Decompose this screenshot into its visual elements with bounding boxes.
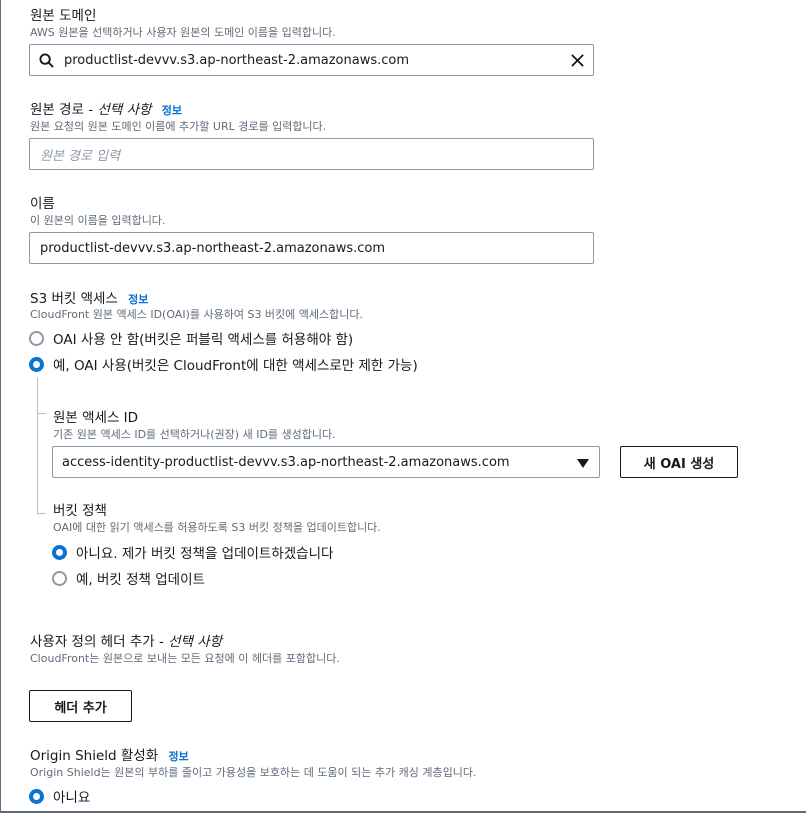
tree-branch (37, 413, 46, 414)
custom-headers-description: CloudFront는 원본으로 보내는 모든 요청에 이 헤더를 포함합니다. (30, 652, 340, 665)
origin-domain-input[interactable]: productlist-devvv.s3.ap-northeast-2.amaz… (29, 44, 594, 76)
name-input[interactable]: productlist-devvv.s3.ap-northeast-2.amaz… (29, 232, 594, 264)
origin-path-info-link[interactable]: 정보 (162, 104, 182, 117)
radio-no-oai[interactable]: OAI 사용 안 함(버킷은 퍼블릭 액세스를 허용해야 함) (29, 328, 353, 348)
radio-label: OAI 사용 안 함(버킷은 퍼블릭 액세스를 허용해야 함) (53, 332, 354, 348)
oai-label: 원본 액세스 ID (53, 410, 139, 426)
origin-shield-label-text: Origin Shield 활성화 (30, 748, 159, 764)
radio-button-selected[interactable] (29, 788, 44, 804)
optional-tag: 선택 사항 (97, 102, 152, 118)
origin-domain-description: AWS 원본을 선택하거나 사용자 원본의 도메인 이름을 입력합니다. (30, 26, 336, 39)
radio-button-selected[interactable] (29, 356, 44, 372)
name-label: 이름 (30, 196, 55, 212)
origin-shield-info-link[interactable]: 정보 (168, 750, 188, 763)
origin-path-placeholder: 원본 경로 입력 (40, 148, 121, 164)
radio-button-selected[interactable] (52, 544, 67, 560)
bucket-policy-description: OAI에 대한 읽기 액세스를 허용하도록 S3 버킷 정책을 업데이트합니다. (53, 521, 381, 534)
radio-use-oai[interactable]: 예, OAI 사용(버킷은 CloudFront에 대한 액세스로만 제한 가능… (29, 354, 418, 374)
optional-tag: 선택 사항 (168, 634, 223, 650)
add-header-button[interactable]: 헤더 추가 (29, 690, 132, 722)
radio-origin-shield-no[interactable]: 아니요 (29, 786, 90, 806)
name-description: 이 원본의 이름을 입력합니다. (30, 214, 166, 227)
custom-headers-label: 사용자 정의 헤더 추가 - 선택 사항 (30, 630, 222, 650)
custom-headers-label-text: 사용자 정의 헤더 추가 - (30, 634, 164, 650)
name-value: productlist-devvv.s3.ap-northeast-2.amaz… (40, 240, 386, 256)
origin-path-label-text: 원본 경로 - (30, 102, 94, 118)
radio-policy-no[interactable]: 아니요. 제가 버킷 정책을 업데이트하겠습니다 (52, 542, 333, 562)
close-icon[interactable] (570, 53, 585, 72)
origin-path-label: 원본 경로 - 선택 사항 정보 (30, 98, 182, 118)
s3-access-label: S3 버킷 액세스 정보 (30, 287, 148, 307)
origin-domain-label: 원본 도메인 (30, 8, 97, 24)
tree-branch (37, 513, 46, 514)
bucket-policy-label: 버킷 정책 (53, 503, 107, 519)
oai-description: 기존 원본 액세스 ID를 선택하거나(권장) 새 ID를 생성합니다. (53, 428, 336, 441)
origin-path-description: 원본 요청의 원본 도메인 이름에 추가할 URL 경로를 입력합니다. (30, 120, 327, 133)
radio-label: 아니요. 제가 버킷 정책을 업데이트하겠습니다 (76, 546, 334, 562)
caret-down-icon (577, 458, 589, 473)
radio-button[interactable] (29, 330, 44, 346)
s3-access-description: CloudFront 원본 액세스 ID(OAI)를 사용하여 S3 버킷에 액… (30, 308, 364, 321)
radio-policy-yes[interactable]: 예, 버킷 정책 업데이트 (52, 568, 205, 588)
s3-access-label-text: S3 버킷 액세스 (30, 291, 118, 307)
origin-shield-label: Origin Shield 활성화 정보 (30, 744, 189, 764)
create-oai-button[interactable]: 새 OAI 생성 (620, 446, 738, 478)
radio-label: 예, OAI 사용(버킷은 CloudFront에 대한 액세스로만 제한 가능… (53, 358, 418, 374)
origin-domain-value: productlist-devvv.s3.ap-northeast-2.amaz… (64, 52, 410, 68)
radio-button[interactable] (52, 570, 67, 586)
oai-selected-value: access-identity-productlist-devvv.s3.ap-… (62, 454, 510, 470)
oai-select[interactable]: access-identity-productlist-devvv.s3.ap-… (52, 446, 600, 478)
tree-connector (37, 377, 38, 514)
radio-label: 아니요 (53, 790, 91, 806)
s3-access-info-link[interactable]: 정보 (128, 293, 148, 306)
search-icon (39, 53, 54, 72)
origin-shield-description: Origin Shield는 원본의 부하를 줄이고 가용성을 보호하는 데 도… (30, 766, 477, 779)
radio-label: 예, 버킷 정책 업데이트 (76, 572, 205, 588)
origin-path-input[interactable]: 원본 경로 입력 (29, 138, 594, 170)
